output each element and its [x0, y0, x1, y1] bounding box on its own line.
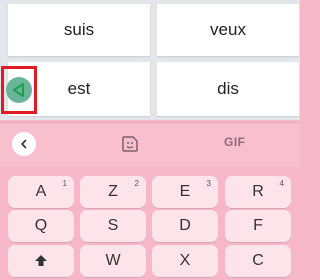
key-label: D [179, 217, 191, 234]
word-label: est [67, 79, 91, 98]
key-z[interactable]: Z 2 [80, 176, 146, 208]
word-option-dis[interactable]: dis [157, 62, 299, 116]
key-label: W [105, 252, 121, 269]
sticker-button[interactable] [120, 134, 140, 154]
key-label: R [252, 183, 264, 200]
key-hint: 4 [279, 179, 284, 188]
left-triangle-icon [13, 83, 24, 97]
keyboard-toolbar: GIF [0, 122, 300, 167]
word-suggestion-area: suis veux est dis [0, 0, 300, 120]
key-x[interactable]: X [152, 245, 218, 277]
sticker-smile-icon [122, 136, 138, 152]
word-option-veux[interactable]: veux [157, 4, 299, 56]
word-label: suis [63, 20, 95, 39]
key-label: S [107, 217, 119, 234]
gif-label: GIF [224, 135, 246, 149]
key-d[interactable]: D [152, 210, 218, 242]
key-s[interactable]: S [80, 210, 146, 242]
key-c[interactable]: C [225, 245, 291, 277]
key-hint: 2 [134, 179, 139, 188]
back-button-circle [6, 77, 32, 103]
shift-key[interactable] [8, 245, 74, 277]
shift-up-arrow-icon [35, 255, 47, 266]
key-f[interactable]: F [225, 210, 291, 242]
word-option-suis[interactable]: suis [8, 4, 150, 56]
key-label: A [35, 183, 47, 200]
key-a[interactable]: A 1 [8, 176, 74, 208]
key-label: Z [108, 183, 118, 200]
key-label: F [253, 217, 263, 234]
word-label: dis [217, 79, 239, 98]
word-label: veux [210, 20, 246, 39]
key-w[interactable]: W [80, 245, 146, 277]
key-hint: 3 [206, 179, 211, 188]
key-r[interactable]: R 4 [225, 176, 291, 208]
chevron-left-icon [21, 139, 27, 149]
gif-button[interactable]: GIF [224, 135, 246, 149]
key-label: X [179, 252, 191, 269]
key-label: Q [34, 217, 48, 234]
toolbar-back-button[interactable] [12, 132, 36, 156]
key-label: C [252, 252, 264, 269]
key-e[interactable]: E 3 [152, 176, 218, 208]
key-q[interactable]: Q [8, 210, 74, 242]
back-button[interactable] [1, 66, 37, 114]
key-label: E [179, 183, 191, 200]
key-hint: 1 [62, 179, 67, 188]
